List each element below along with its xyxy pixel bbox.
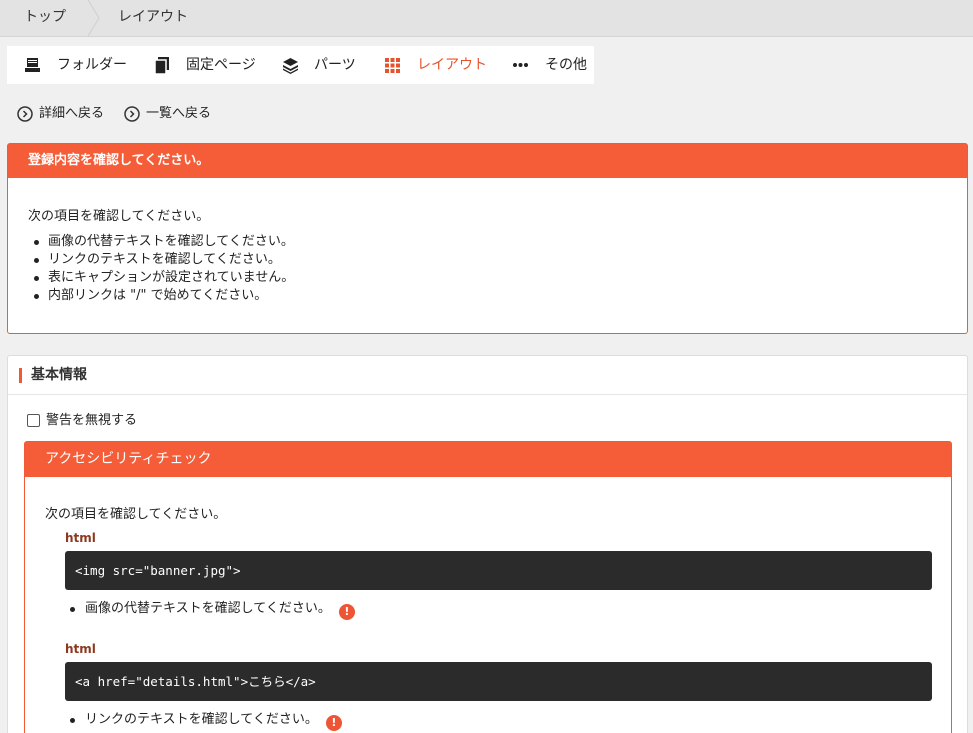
- back-to-detail-link[interactable]: 詳細へ戻る: [17, 105, 109, 123]
- accessibility-check-title: アクセシビリティチェック: [25, 442, 951, 477]
- folder-icon: [25, 58, 40, 72]
- alert-list: 画像の代替テキストを確認してください。 リンクのテキストを確認してください。 表…: [28, 233, 294, 305]
- nav-layout[interactable]: レイアウト: [385, 46, 487, 84]
- accessibility-intro: 次の項目を確認してください。: [45, 507, 227, 522]
- accessibility-check-box: アクセシビリティチェック 次の項目を確認してください。 html <img sr…: [24, 441, 952, 733]
- issue-message: 画像の代替テキストを確認してください。: [85, 601, 331, 616]
- back-to-detail-label: 詳細へ戻る: [39, 106, 105, 121]
- breadcrumb-top-link[interactable]: トップ: [24, 0, 66, 36]
- issue-message-item: 画像の代替テキストを確認してください。!: [65, 599, 355, 620]
- back-to-list-label: 一覧へ戻る: [146, 106, 212, 121]
- nav-parts-label: パーツ: [314, 57, 356, 73]
- list-item: 画像の代替テキストを確認してください。: [28, 233, 294, 251]
- nav-folder-label: フォルダー: [57, 57, 127, 73]
- nav-other[interactable]: その他: [513, 46, 593, 84]
- back-to-list-link[interactable]: 一覧へ戻る: [124, 105, 216, 123]
- breadcrumb-separator: [88, 0, 100, 36]
- issue-message-item: リンクのテキストを確認してください。!: [65, 710, 342, 731]
- code-snippet: <img src="banner.jpg">: [65, 551, 932, 590]
- warning-icon[interactable]: !: [338, 604, 355, 620]
- breadcrumb-current: レイアウト: [118, 9, 188, 25]
- alert-intro: 次の項目を確認してください。: [28, 209, 210, 224]
- code-snippet: <a href="details.html">こちら</a>: [65, 662, 932, 701]
- panel-header: 基本情報: [8, 356, 967, 395]
- code-language-label: html: [65, 531, 96, 545]
- circle-chevron-right-icon: [17, 106, 33, 122]
- list-item: 内部リンクは "/" で始めてください。: [28, 287, 294, 305]
- panel-title: 基本情報: [31, 367, 87, 383]
- circle-chevron-right-icon: [124, 106, 140, 122]
- more-icon: [513, 63, 528, 67]
- list-item: 表にキャプションが設定されていません。: [28, 269, 294, 287]
- nav-folder[interactable]: フォルダー: [24, 46, 134, 84]
- pages-icon: [154, 57, 169, 74]
- nav-pages-label: 固定ページ: [186, 57, 256, 73]
- nav-other-label: その他: [545, 57, 587, 73]
- layers-icon: [283, 58, 298, 74]
- nav-layout-label: レイアウト: [417, 57, 487, 73]
- warning-icon[interactable]: !: [325, 715, 342, 731]
- validation-alert: 登録内容を確認してください。 次の項目を確認してください。 画像の代替テキストを…: [7, 143, 968, 334]
- basic-info-panel: 基本情報 警告を無視する アクセシビリティチェック 次の項目を確認してください。…: [7, 355, 968, 733]
- content-type-nav: フォルダー 固定ページ パーツ レイアウト その他: [7, 46, 594, 84]
- grid-icon: [385, 58, 400, 73]
- breadcrumb: トップ レイアウト: [0, 0, 973, 37]
- ignore-warnings-label: 警告を無視する: [46, 413, 138, 428]
- list-item: リンクのテキストを確認してください。: [28, 251, 294, 269]
- section-marker: [19, 368, 22, 383]
- issue-message: リンクのテキストを確認してください。: [85, 712, 318, 727]
- code-language-label: html: [65, 642, 96, 656]
- ignore-warnings-checkbox[interactable]: [27, 414, 40, 427]
- nav-pages[interactable]: 固定ページ: [154, 46, 256, 84]
- alert-title: 登録内容を確認してください。: [8, 144, 967, 178]
- nav-parts[interactable]: パーツ: [282, 46, 362, 84]
